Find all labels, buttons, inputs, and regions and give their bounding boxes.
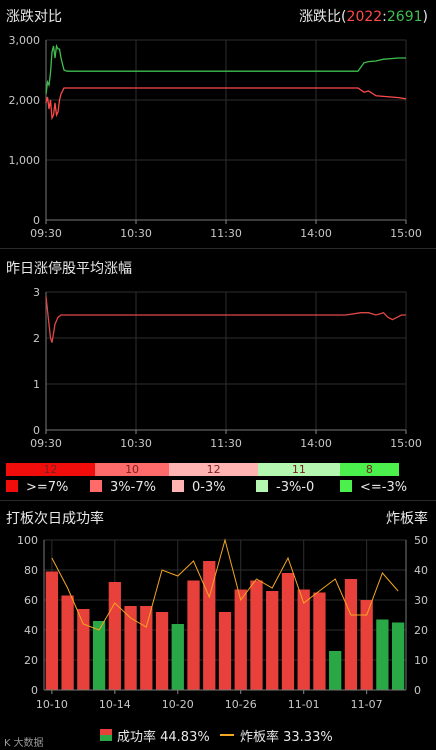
avg-gain-line-chart: 0 1 2 3 09:30 10:30 11:30 14:00 15:00 (30, 286, 422, 450)
zha-legend-swatch (220, 734, 234, 736)
success-legend-swatch (100, 729, 112, 741)
success-rate-bar (92, 621, 106, 690)
separator (0, 248, 436, 249)
distribution-segment: 12 (6, 463, 95, 476)
zha-y-tick-label: 50 (414, 534, 428, 547)
legend-swatch (340, 480, 352, 492)
distribution-segment: 12 (169, 463, 259, 476)
success-rate-bar (45, 571, 59, 690)
legend-label: >=7% (26, 480, 69, 495)
distribution-legend-item: -3%-0 (256, 480, 314, 495)
updown-x-tick-label: 09:30 (30, 227, 62, 240)
legend-swatch (6, 480, 18, 492)
updown-line-chart: 0 1,000 2,000 3,000 09:30 10:30 11:30 14:00 15:0… (9, 34, 422, 240)
success-rate-bar (344, 579, 358, 690)
legend-label: 0-3% (192, 480, 226, 495)
success-y-tick-label: 40 (24, 624, 38, 637)
updown-x-tick-label: 14:00 (300, 227, 332, 240)
success-x-tick-label: 11-01 (288, 698, 320, 711)
avg-x-tick-label: 15:00 (390, 437, 422, 450)
success-rate-bar (250, 580, 263, 690)
success-rate-bar (281, 573, 295, 690)
legend-label: 3%-7% (110, 480, 156, 495)
distribution-legend-item: 3%-7% (90, 480, 156, 495)
success-rate-bar (376, 619, 389, 690)
success-rate-bar (140, 606, 153, 690)
updown-x-tick-label: 15:00 (390, 227, 422, 240)
avg-y-tick-label: 3 (33, 286, 40, 299)
success-y-tick-label: 80 (24, 564, 38, 577)
success-rate-bar (297, 589, 310, 690)
updown-x-tick-label: 10:30 (120, 227, 152, 240)
zha-y-tick-label: 40 (414, 564, 428, 577)
zha-y-tick-label: 20 (414, 624, 428, 637)
legend-swatch (172, 480, 184, 492)
success-rate-bar (61, 595, 74, 690)
avg-y-tick-label: 0 (33, 424, 40, 437)
success-rate-bar (313, 592, 326, 690)
updown-y-tick-label: 0 (33, 214, 40, 227)
success-x-tick-label: 10-14 (99, 698, 131, 711)
legend-swatch (90, 480, 102, 492)
avg-x-tick-label: 14:00 (300, 437, 332, 450)
legend-swatch (256, 480, 268, 492)
avg-y-tick-label: 1 (33, 378, 40, 391)
distribution-segment: 8 (339, 463, 400, 476)
success-rate-bar (108, 582, 121, 690)
ratio-prefix: 涨跌比( (299, 9, 347, 25)
legend-label: <=-3% (360, 480, 408, 495)
updown-ratio: 涨跌比(2022:2691) (299, 6, 428, 26)
panel-title-updown: 涨跌对比 (6, 9, 62, 25)
success-y-tick-label: 60 (24, 594, 38, 607)
distribution-segment: 11 (258, 463, 340, 476)
avg-y-tick-label: 2 (33, 332, 40, 345)
distribution-legend-item: 0-3% (172, 480, 226, 495)
distribution-legend-item: >=7% (6, 480, 68, 495)
success-y-tick-label: 0 (31, 684, 38, 697)
panel-title-avg-gain: 昨日涨停股平均涨幅 (6, 261, 132, 277)
distribution-bar: 12 10 12 11 8 (6, 463, 400, 476)
success-x-tick-label: 10-20 (162, 698, 194, 711)
updown-y-tick-label: 3,000 (9, 34, 41, 47)
updown-y-tick-label: 1,000 (9, 154, 41, 167)
success-y-tick-label: 100 (17, 534, 38, 547)
updown-x-tick-label: 11:30 (210, 227, 242, 240)
success-rate-bar (391, 622, 405, 690)
avg-x-tick-label: 10:30 (120, 437, 152, 450)
distribution-legend-item: <=-3% (340, 480, 407, 495)
zha-legend-label: 炸板率 33.33% (240, 730, 333, 745)
success-rate-bar (77, 609, 90, 690)
ratio-down-count: 2691 (386, 9, 423, 25)
success-rate-bar (171, 624, 184, 690)
success-x-tick-label: 10-10 (36, 698, 68, 711)
success-rate-bar (187, 580, 200, 690)
success-rate-bar (155, 612, 169, 690)
success-y-tick-label: 20 (24, 654, 38, 667)
success-rate-bar (234, 589, 247, 690)
avg-x-tick-label: 11:30 (210, 437, 242, 450)
zha-y-tick-label: 0 (414, 684, 421, 697)
success-rate-bar-chart: 0 20 40 60 80 100 0 10 20 30 40 50 10-10 10-14 10-20 10… (17, 534, 428, 711)
success-rate-bar (360, 600, 373, 690)
ratio-suffix: ) (422, 9, 428, 25)
success-rate-bar (124, 606, 137, 690)
ratio-up-count: 2022 (346, 9, 383, 25)
bottom-legend: 成功率 44.83% 炸板率 33.33% (0, 726, 436, 746)
zha-y-tick-label: 30 (414, 594, 428, 607)
separator (0, 500, 436, 501)
success-rate-bar (266, 591, 279, 690)
zha-y-tick-label: 10 (414, 654, 428, 667)
success-rate-bar (218, 612, 232, 690)
success-x-tick-label: 11-07 (351, 698, 383, 711)
distribution-segment: 10 (94, 463, 170, 476)
updown-y-tick-label: 2,000 (9, 94, 41, 107)
success-x-tick-label: 10-26 (225, 698, 257, 711)
legend-label: -3%-0 (276, 480, 315, 495)
panel-title-zha-rate: 炸板率 (386, 511, 428, 527)
success-legend-label: 成功率 44.83% (117, 730, 210, 745)
panel-title-success-rate: 打板次日成功率 (6, 511, 104, 527)
success-rate-bar (329, 651, 342, 690)
avg-x-tick-label: 09:30 (30, 437, 62, 450)
